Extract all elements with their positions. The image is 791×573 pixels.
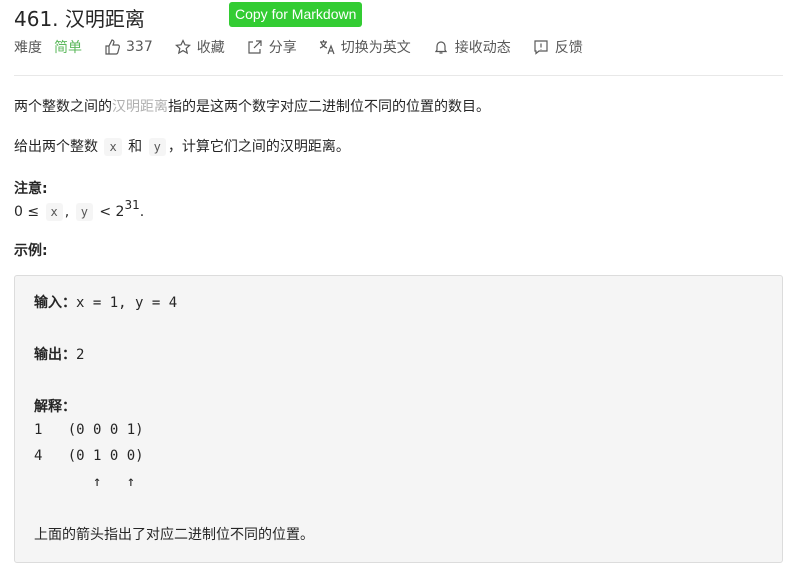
like-button[interactable]: 337 [104,39,153,55]
hamming-distance-link[interactable]: 汉明距离 [112,99,168,115]
example-arrows: ↑ ↑ [34,474,136,490]
constraint-line: 0 ≤ x, y < 231. [14,198,145,221]
example-input-line: 输入：x = 1, y = 4 [34,292,177,312]
output-value: 2 [76,347,85,363]
translate-icon [319,40,335,55]
translate-label: 切换为英文 [340,40,411,56]
notify-button[interactable]: 接收动态 [433,37,511,57]
note-heading: 注意: [14,181,48,197]
text-segment: , [64,204,70,220]
inline-code-y: y [148,138,166,156]
output-label: 输出： [34,347,76,363]
star-icon [174,39,191,55]
text-segment: 两个整数之间的 [14,99,112,115]
bell-icon [434,41,447,54]
favorite-button[interactable]: 收藏 [174,37,225,57]
feedback-label: 反馈 [554,40,583,56]
text-segment: . [139,204,145,220]
thumbs-up-icon [105,39,120,55]
page-title: 461. 汉明距离 [14,6,145,31]
example-output-line: 输出：2 [34,344,84,364]
description-paragraph: 两个整数之间的汉明距离指的是这两个数字对应二进制位不同的位置的数目。 [14,96,490,116]
example-footer-text: 上面的箭头指出了对应二进制位不同的位置。 [34,527,314,543]
copy-markdown-button[interactable]: Copy for Markdown [229,2,363,27]
example-code-block: 输入：x = 1, y = 4 输出：2 解释： 1 (0 0 0 1) 4 (… [14,275,783,563]
text-segment: 0 ≤ [14,204,40,220]
example-binary-line-2: 4 (0 1 0 0) [34,448,144,464]
difficulty-badge: 简单 [54,40,82,56]
input-label: 输入： [34,295,76,311]
divider [14,75,783,76]
explain-label: 解释： [34,399,76,415]
inline-code-y: y [75,203,93,221]
difficulty-label: 难度 [14,40,42,56]
example-binary-line-1: 1 (0 0 0 1) [34,422,144,438]
translate-button[interactable]: 切换为英文 [319,37,411,57]
notify-label: 接收动态 [454,40,511,56]
example-explain-label: 解释： [34,396,76,416]
text-segment: ，计算它们之间的汉明距离。 [167,139,350,155]
inline-code-x: x [104,138,122,156]
text-segment: 给出两个整数 [14,139,98,155]
example-heading: 示例: [14,243,48,259]
exponent: 31 [124,198,140,212]
share-button[interactable]: 分享 [247,37,297,57]
feedback-button[interactable]: 反馈 [533,37,583,57]
text-segment: 和 [128,139,143,155]
share-label: 分享 [268,40,297,56]
input-value: x = 1, y = 4 [76,295,178,311]
task-paragraph: 给出两个整数 x 和 y ，计算它们之间的汉明距离。 [14,136,350,156]
meta-toolbar: 难度 简单 337 收藏 分享 切换为英文 接收动态 反馈 [14,36,605,58]
text-segment: 指的是这两个数字对应二进制位不同的位置的数目。 [168,99,490,115]
favorite-label: 收藏 [196,40,225,56]
problem-title-row: 461. 汉明距离 [14,2,145,32]
share-icon [248,40,262,54]
feedback-icon [534,40,548,55]
inline-code-x: x [45,203,63,221]
text-segment: < 2 [99,204,125,220]
like-count: 337 [126,39,153,55]
